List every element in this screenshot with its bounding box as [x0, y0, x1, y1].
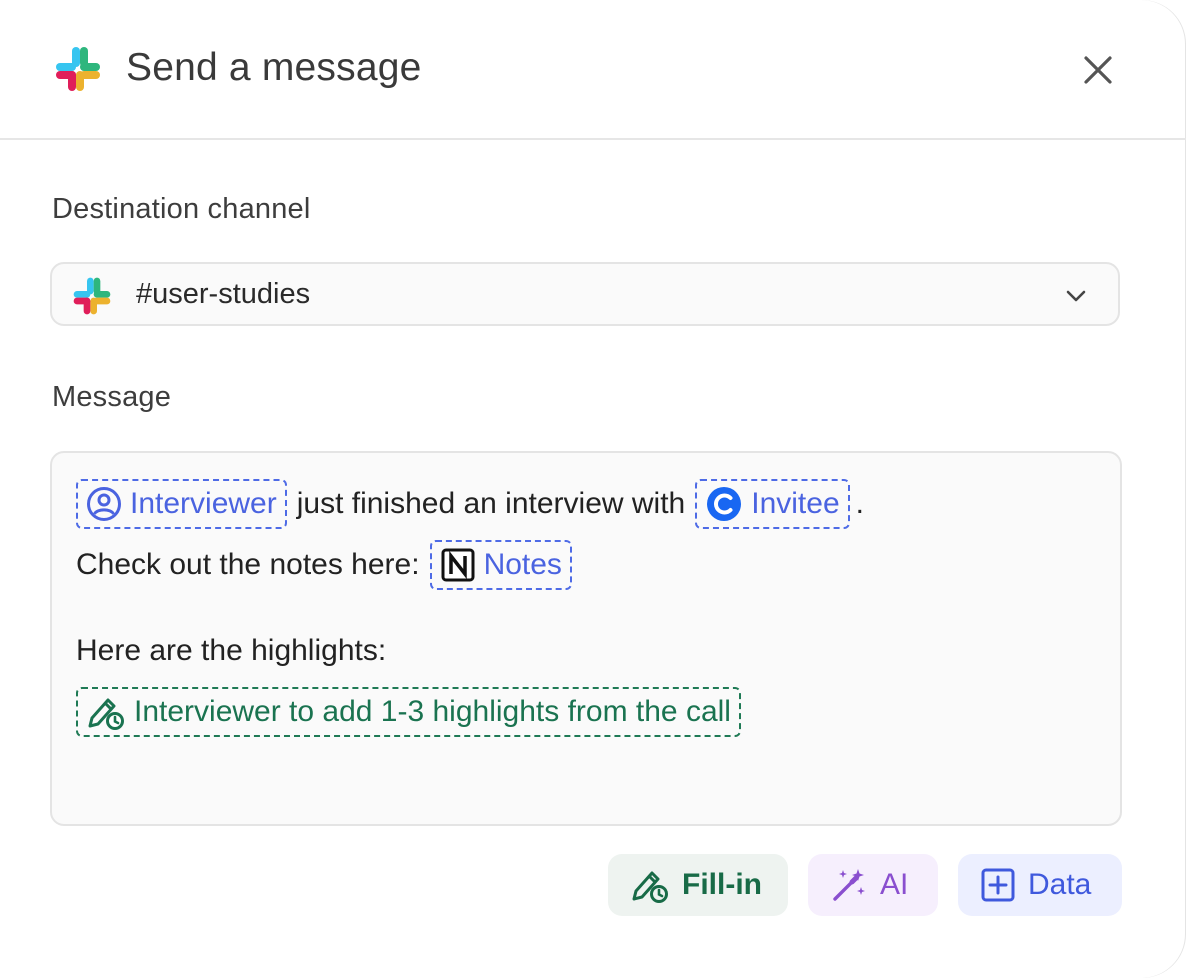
notion-icon [441, 548, 475, 582]
chevron-down-icon [1066, 290, 1086, 302]
highlights-fill-in-chip[interactable]: Interviewer to add 1-3 highlights from t… [76, 687, 741, 737]
fill-in-icon [88, 698, 124, 730]
dialog-header: Send a message [0, 0, 1186, 140]
message-period: . [855, 487, 864, 520]
dialog-title: Send a message [126, 46, 422, 89]
notes-variable-chip[interactable]: Notes [429, 540, 572, 590]
calendly-icon [707, 487, 742, 521]
message-text-2: Check out the notes here: [76, 548, 420, 581]
invitee-chip-label: Invitee [751, 487, 840, 520]
message-line-4: Interviewer to add 1-3 highlights from t… [76, 685, 741, 739]
data-button[interactable]: Data [958, 854, 1122, 916]
user-circle-icon [87, 487, 121, 521]
notes-chip-label: Notes [483, 548, 562, 581]
interviewer-chip-label: Interviewer [130, 487, 277, 520]
send-message-dialog: Send a message Destination channel #user… [0, 0, 1186, 978]
destination-channel-select[interactable]: #user-studies [50, 262, 1120, 326]
close-button[interactable] [1076, 48, 1120, 92]
message-editor[interactable]: Interviewer just finished an interview w… [50, 451, 1122, 826]
ai-button-label: AI [880, 868, 909, 901]
fill-in-button[interactable]: Fill-in [608, 854, 788, 916]
close-icon [1084, 56, 1112, 84]
message-text-3: Here are the highlights: [76, 634, 387, 667]
slack-logo-icon [56, 47, 100, 91]
magic-wand-icon [833, 869, 865, 901]
message-text-1: just finished an interview with [296, 487, 686, 520]
highlights-chip-label: Interviewer to add 1-3 highlights from t… [134, 695, 731, 728]
fill-in-button-label: Fill-in [682, 868, 762, 901]
interviewer-variable-chip[interactable]: Interviewer [76, 479, 287, 529]
insert-actions: Fill-in AI Data [608, 854, 1122, 916]
ai-button[interactable]: AI [808, 854, 938, 916]
fill-in-icon [632, 871, 668, 903]
data-button-label: Data [1028, 868, 1092, 901]
slack-logo-icon [73, 277, 111, 315]
invitee-variable-chip[interactable]: Invitee [695, 479, 850, 529]
selected-channel: #user-studies [136, 278, 311, 310]
message-line-3: Here are the highlights: [76, 624, 386, 678]
plus-square-icon [981, 868, 1015, 902]
message-line-2: Check out the notes here: Notes [76, 538, 572, 592]
message-label: Message [52, 381, 172, 413]
destination-channel-label: Destination channel [52, 193, 311, 225]
message-line-1: Interviewer just finished an interview w… [76, 477, 864, 531]
